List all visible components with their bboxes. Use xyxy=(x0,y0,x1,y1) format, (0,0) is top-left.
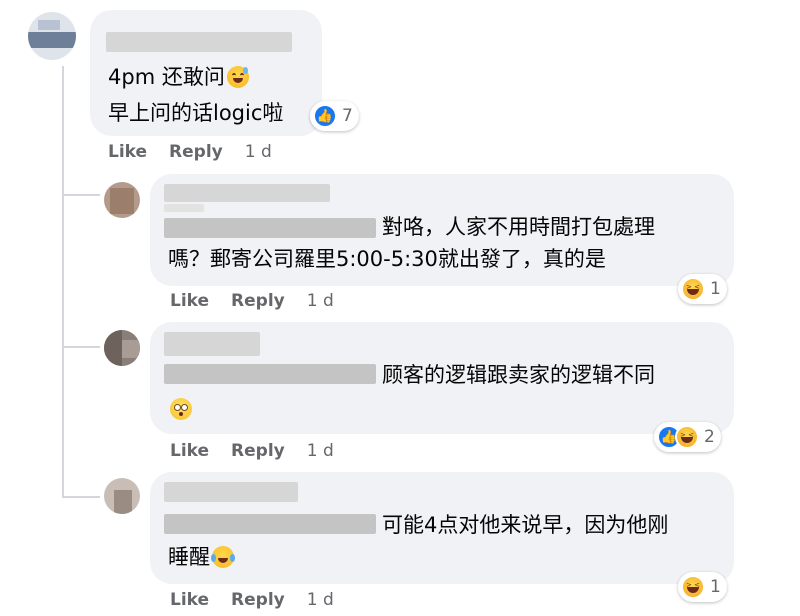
avatar[interactable] xyxy=(104,478,140,514)
like-button[interactable]: Like xyxy=(170,291,209,311)
thread-line-branch-2 xyxy=(62,346,100,348)
reaction-summary[interactable]: > < 1 xyxy=(678,274,727,304)
avatar[interactable] xyxy=(28,12,76,60)
mention-blurred xyxy=(164,514,376,534)
avatar-blur xyxy=(110,188,134,214)
comment-timestamp[interactable]: 1 d xyxy=(307,291,334,311)
haha-reaction-icon: > < xyxy=(681,575,705,599)
reply-bubble: 顾客的逻辑跟卖家的逻辑不同 xyxy=(150,322,734,434)
comment-timestamp[interactable]: 1 d xyxy=(307,590,334,610)
commenter-name-blurred xyxy=(164,184,330,202)
comment-timestamp[interactable]: 1 d xyxy=(245,142,272,162)
reaction-summary[interactable]: > < 1 xyxy=(678,572,727,602)
comment-bubble: 4pm 还敢问 早上问的话logic啦 xyxy=(90,10,322,136)
comment-actions: Like Reply 1 d xyxy=(108,142,294,162)
tears-of-joy-emoji xyxy=(211,546,235,568)
commenter-name-blurred xyxy=(164,204,204,212)
reaction-count: 7 xyxy=(342,106,353,126)
comment-timestamp[interactable]: 1 d xyxy=(307,441,334,461)
like-button[interactable]: Like xyxy=(170,441,209,461)
reply-button[interactable]: Reply xyxy=(231,441,285,461)
reply-button[interactable]: Reply xyxy=(231,291,285,311)
reply-bubble: 可能4点对他来说早，因为他刚 睡醒 xyxy=(150,472,734,584)
comment-text-line: 睡醒 xyxy=(168,542,235,572)
commenter-name-blurred xyxy=(106,32,292,52)
avatar-blur xyxy=(28,32,76,48)
like-button[interactable]: Like xyxy=(108,142,147,162)
avatar-blur xyxy=(114,490,132,514)
reaction-summary[interactable]: 👍 7 xyxy=(310,101,359,131)
reply-button[interactable]: Reply xyxy=(169,142,223,162)
commenter-name-blurred xyxy=(164,482,298,502)
haha-reaction-icon: > < xyxy=(681,277,705,301)
reply-button[interactable]: Reply xyxy=(231,590,285,610)
flushed-emoji xyxy=(170,398,192,420)
reply-actions: Like Reply 1 d xyxy=(170,291,356,311)
comment-text-line: 嗎？郵寄公司羅里5:00-5:30就出發了，真的是 xyxy=(168,247,606,271)
reaction-summary[interactable]: 👍 > < 2 xyxy=(654,422,721,452)
reaction-count: 2 xyxy=(704,427,715,447)
comment-text-line xyxy=(168,394,192,424)
avatar-blur xyxy=(38,20,60,30)
thread-line-branch-1 xyxy=(62,194,100,196)
comment-text-line: 對咯，人家不用時間打包處理 xyxy=(382,215,655,239)
avatar-blur xyxy=(122,340,140,358)
thread-line-vertical xyxy=(62,66,64,498)
comment-text-line: 4pm 还敢问 xyxy=(108,62,249,92)
reply-actions: Like Reply 1 d xyxy=(170,441,356,461)
sweat-smile-emoji xyxy=(226,66,249,88)
like-button[interactable]: Like xyxy=(170,590,209,610)
comment-text-line: 可能4点对他来说早，因为他刚 xyxy=(382,513,669,537)
reaction-count: 1 xyxy=(710,279,721,299)
reply-actions: Like Reply 1 d xyxy=(170,590,356,610)
reaction-count: 1 xyxy=(710,577,721,597)
comment-text-line: 顾客的逻辑跟卖家的逻辑不同 xyxy=(382,363,655,387)
avatar[interactable] xyxy=(104,182,140,218)
like-reaction-icon: 👍 xyxy=(313,104,337,128)
reply-bubble: 對咯，人家不用時間打包處理 嗎？郵寄公司羅里5:00-5:30就出發了，真的是 xyxy=(150,174,734,286)
haha-reaction-icon: > < xyxy=(675,425,699,449)
mention-blurred xyxy=(164,364,376,384)
thread-line-branch-3 xyxy=(62,496,100,498)
avatar-blur xyxy=(104,330,122,366)
comment-text-line: 早上问的话logic啦 xyxy=(108,101,284,125)
avatar[interactable] xyxy=(104,330,140,366)
mention-blurred xyxy=(164,218,376,238)
commenter-name-blurred xyxy=(164,332,260,356)
